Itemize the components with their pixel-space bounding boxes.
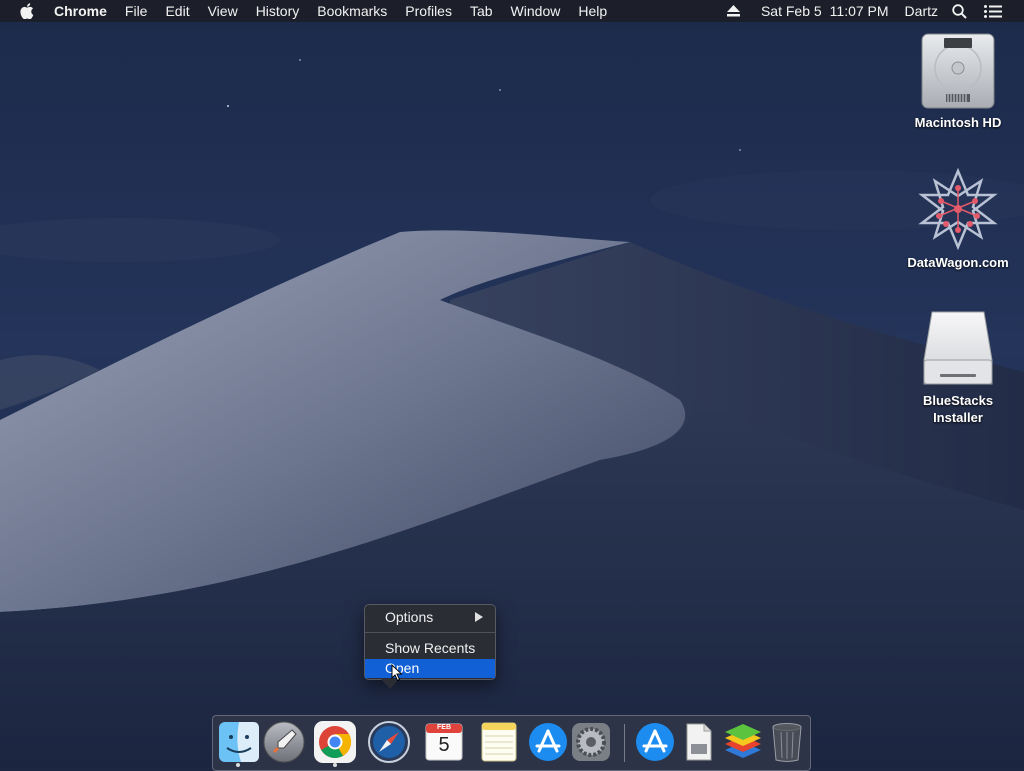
safari-icon xyxy=(368,721,410,763)
running-indicator xyxy=(333,763,337,767)
hard-drive-icon xyxy=(920,32,996,110)
desktop-icon-label: BlueStacks Installer xyxy=(903,392,1013,426)
bluestacks-icon xyxy=(725,724,761,758)
dock-document[interactable] xyxy=(676,720,720,764)
menubar-time[interactable]: 11:07 PM xyxy=(830,3,889,19)
finder-icon xyxy=(219,722,259,762)
menu-bookmarks[interactable]: Bookmarks xyxy=(317,3,387,19)
dock-separator xyxy=(624,724,625,762)
menu-app-chrome[interactable]: Chrome xyxy=(54,3,107,19)
menu-help[interactable]: Help xyxy=(578,3,607,19)
menu-item-open[interactable]: Open xyxy=(365,659,495,678)
menubar-status-area: Sat Feb 5 11:07 PM Dartz xyxy=(726,0,1024,22)
menu-item-options[interactable]: Options xyxy=(365,608,495,627)
desktop-icon-label: Macintosh HD xyxy=(914,115,1002,130)
dock-context-menu: Options Show Recents Open xyxy=(364,604,496,680)
system-preferences-icon xyxy=(572,723,610,761)
menu-tab[interactable]: Tab xyxy=(470,3,493,19)
calendar-month: FEB xyxy=(437,724,451,731)
menubar-date[interactable]: Sat Feb 5 xyxy=(761,3,822,19)
menu-profiles[interactable]: Profiles xyxy=(405,3,452,19)
desktop-wallpaper xyxy=(0,0,1024,768)
app-store-icon xyxy=(529,723,567,761)
dock-chrome[interactable] xyxy=(313,720,357,764)
notes-icon xyxy=(481,722,517,762)
chrome-icon xyxy=(314,721,356,763)
dock-bluestacks[interactable] xyxy=(721,720,765,764)
dock-launchpad[interactable] xyxy=(262,720,306,764)
trash-icon xyxy=(772,723,802,762)
desktop-icon-label: DataWagon.com xyxy=(907,255,1009,270)
menu-separator xyxy=(365,632,495,633)
launchpad-icon xyxy=(263,721,305,763)
desktop-icon-datawagon[interactable]: DataWagon.com xyxy=(903,167,1013,271)
mouse-cursor-icon xyxy=(391,664,403,682)
eject-icon[interactable] xyxy=(726,4,741,18)
calendar-day: 5 xyxy=(438,734,450,756)
downloads-icon xyxy=(636,723,674,761)
menu-edit[interactable]: Edit xyxy=(165,3,189,19)
disk-image-icon xyxy=(922,310,994,388)
dock: FEB 5 xyxy=(212,715,811,771)
menu-item-label: Options xyxy=(385,609,434,625)
menu-history[interactable]: History xyxy=(256,3,300,19)
running-indicator xyxy=(236,763,240,767)
dock-calendar[interactable]: FEB 5 xyxy=(422,720,466,764)
menu-file[interactable]: File xyxy=(125,3,148,19)
menu-bar: Chrome File Edit View History Bookmarks … xyxy=(0,0,1024,22)
dock-downloads[interactable] xyxy=(633,720,677,764)
menu-item-show-recents[interactable]: Show Recents xyxy=(365,639,495,658)
desktop-icon-macintosh-hd[interactable]: Macintosh HD xyxy=(903,32,1013,131)
desktop-icon-bluestacks-installer[interactable]: BlueStacks Installer xyxy=(903,310,1013,426)
search-icon[interactable] xyxy=(952,3,968,19)
dock-notes[interactable] xyxy=(477,720,521,764)
menu-item-label: Show Recents xyxy=(385,640,476,656)
dock-finder[interactable] xyxy=(217,720,261,764)
menubar-user[interactable]: Dartz xyxy=(905,3,938,19)
datawagon-logo-icon xyxy=(917,167,999,251)
menu-view[interactable]: View xyxy=(208,3,238,19)
dock-app-store[interactable] xyxy=(526,720,570,764)
dock-trash[interactable] xyxy=(765,720,809,764)
desktop-icon-label-line: Installer xyxy=(933,410,983,425)
dock-safari[interactable] xyxy=(367,720,411,764)
desktop-icon-label-line: BlueStacks xyxy=(922,393,994,408)
apple-logo-icon[interactable] xyxy=(20,2,36,20)
menu-window[interactable]: Window xyxy=(511,3,561,19)
document-icon xyxy=(686,723,712,761)
notification-center-icon[interactable] xyxy=(984,4,1002,18)
submenu-arrow-icon xyxy=(475,612,483,622)
dock-system-preferences[interactable] xyxy=(569,720,613,764)
